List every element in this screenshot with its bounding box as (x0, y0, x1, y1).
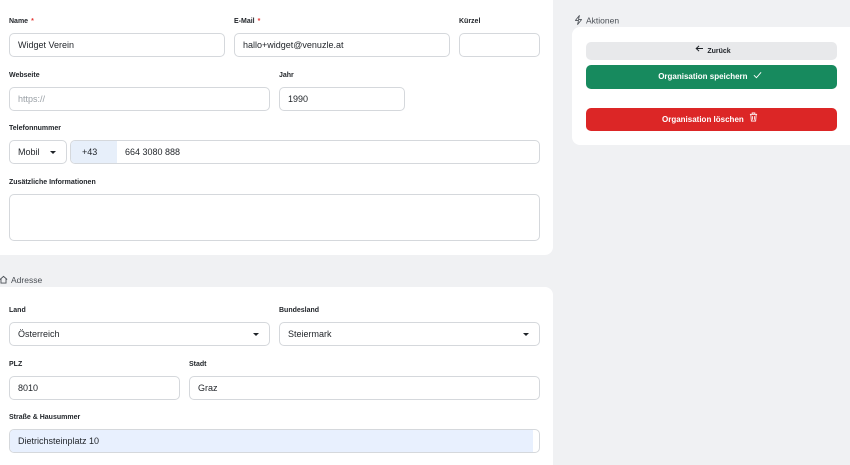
arrow-left-icon (695, 42, 704, 60)
back-button[interactable]: Zurück (586, 42, 837, 60)
website-label: Webseite (9, 72, 40, 79)
state-label: Bundesland (279, 307, 320, 314)
zip-input[interactable]: 8010 (9, 376, 180, 400)
delete-label: Organisation löschen (661, 115, 744, 124)
website-input[interactable]: https:// (9, 87, 270, 111)
phone-prefix[interactable]: +43 (71, 141, 117, 163)
actions-section-title: Aktionen (574, 15, 619, 27)
short-label: Kürzel (459, 18, 481, 25)
country-label: Land (9, 307, 26, 314)
country-select[interactable]: Österreich (9, 322, 270, 346)
name-input[interactable]: Widget Verein (9, 33, 225, 57)
phone-input-group: +43 664 3080 888 (70, 140, 540, 164)
chevron-down-icon (50, 151, 56, 154)
phone-type-value: Mobil (18, 147, 40, 157)
phone-type-select[interactable]: Mobil (9, 140, 67, 164)
check-icon (753, 65, 762, 89)
home-icon (0, 275, 8, 286)
city-label: Stadt (189, 361, 207, 368)
save-button[interactable]: Organisation speichern (586, 65, 837, 89)
info-label: Zusätzliche Informationen (9, 179, 96, 186)
year-label: Jahr (279, 72, 294, 79)
email-label: E-Mail * (234, 18, 261, 25)
chevron-down-icon (523, 333, 529, 336)
delete-button[interactable]: Organisation löschen (586, 108, 837, 131)
short-input[interactable] (459, 33, 540, 57)
save-label: Organisation speichern (658, 72, 748, 82)
name-label: Name * (9, 18, 34, 25)
address-section-title: Adresse (0, 275, 42, 286)
email-input[interactable]: hallo+widget@venuzle.at (234, 33, 450, 57)
zip-label: PLZ (9, 361, 23, 368)
year-input[interactable]: 1990 (279, 87, 405, 111)
city-input[interactable]: Graz (189, 376, 540, 400)
state-value: Steiermark (288, 329, 332, 339)
phone-number-input[interactable]: 664 3080 888 (125, 141, 180, 163)
chevron-down-icon (253, 333, 259, 336)
street-label: Straße & Hausummer (9, 414, 81, 421)
bolt-icon (574, 15, 583, 27)
info-textarea[interactable] (9, 194, 540, 241)
state-select[interactable]: Steiermark (279, 322, 540, 346)
street-input[interactable]: Dietrichsteinplatz 10 (9, 429, 540, 453)
phone-label: Telefonnummer (9, 125, 61, 132)
country-value: Österreich (18, 329, 60, 339)
back-label: Zurück (707, 47, 731, 55)
street-value: Dietrichsteinplatz 10 (10, 430, 533, 452)
trash-icon (749, 108, 758, 131)
